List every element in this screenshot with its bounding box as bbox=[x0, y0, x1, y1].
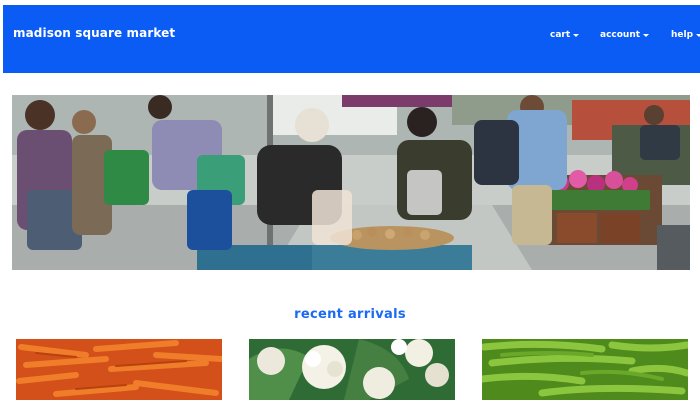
product-card-green-beans[interactable] bbox=[482, 339, 688, 400]
nav-cart-menu[interactable]: cart bbox=[550, 30, 580, 40]
chevron-down-icon bbox=[573, 33, 580, 37]
section-title-recent-arrivals: recent arrivals bbox=[294, 307, 406, 322]
product-card-carrots[interactable] bbox=[16, 339, 222, 400]
chevron-down-icon bbox=[696, 33, 700, 37]
nav-account-menu[interactable]: account bbox=[600, 30, 650, 40]
carrots-image bbox=[16, 339, 222, 400]
chevron-down-icon bbox=[643, 33, 650, 37]
green-beans-image bbox=[482, 339, 688, 400]
hero-image bbox=[12, 95, 690, 270]
page: madison square market cart account help bbox=[0, 0, 700, 400]
nav-account-label: account bbox=[600, 30, 641, 40]
top-navbar: madison square market cart account help bbox=[3, 5, 700, 73]
site-brand[interactable]: madison square market bbox=[13, 26, 175, 40]
nav-help-label: help bbox=[671, 30, 694, 40]
nav-cart-label: cart bbox=[550, 30, 571, 40]
product-card-cauliflower[interactable] bbox=[249, 339, 455, 400]
nav-help-menu[interactable]: help bbox=[671, 30, 700, 40]
market-scene-illustration bbox=[12, 95, 690, 270]
cauliflower-image bbox=[249, 339, 455, 400]
